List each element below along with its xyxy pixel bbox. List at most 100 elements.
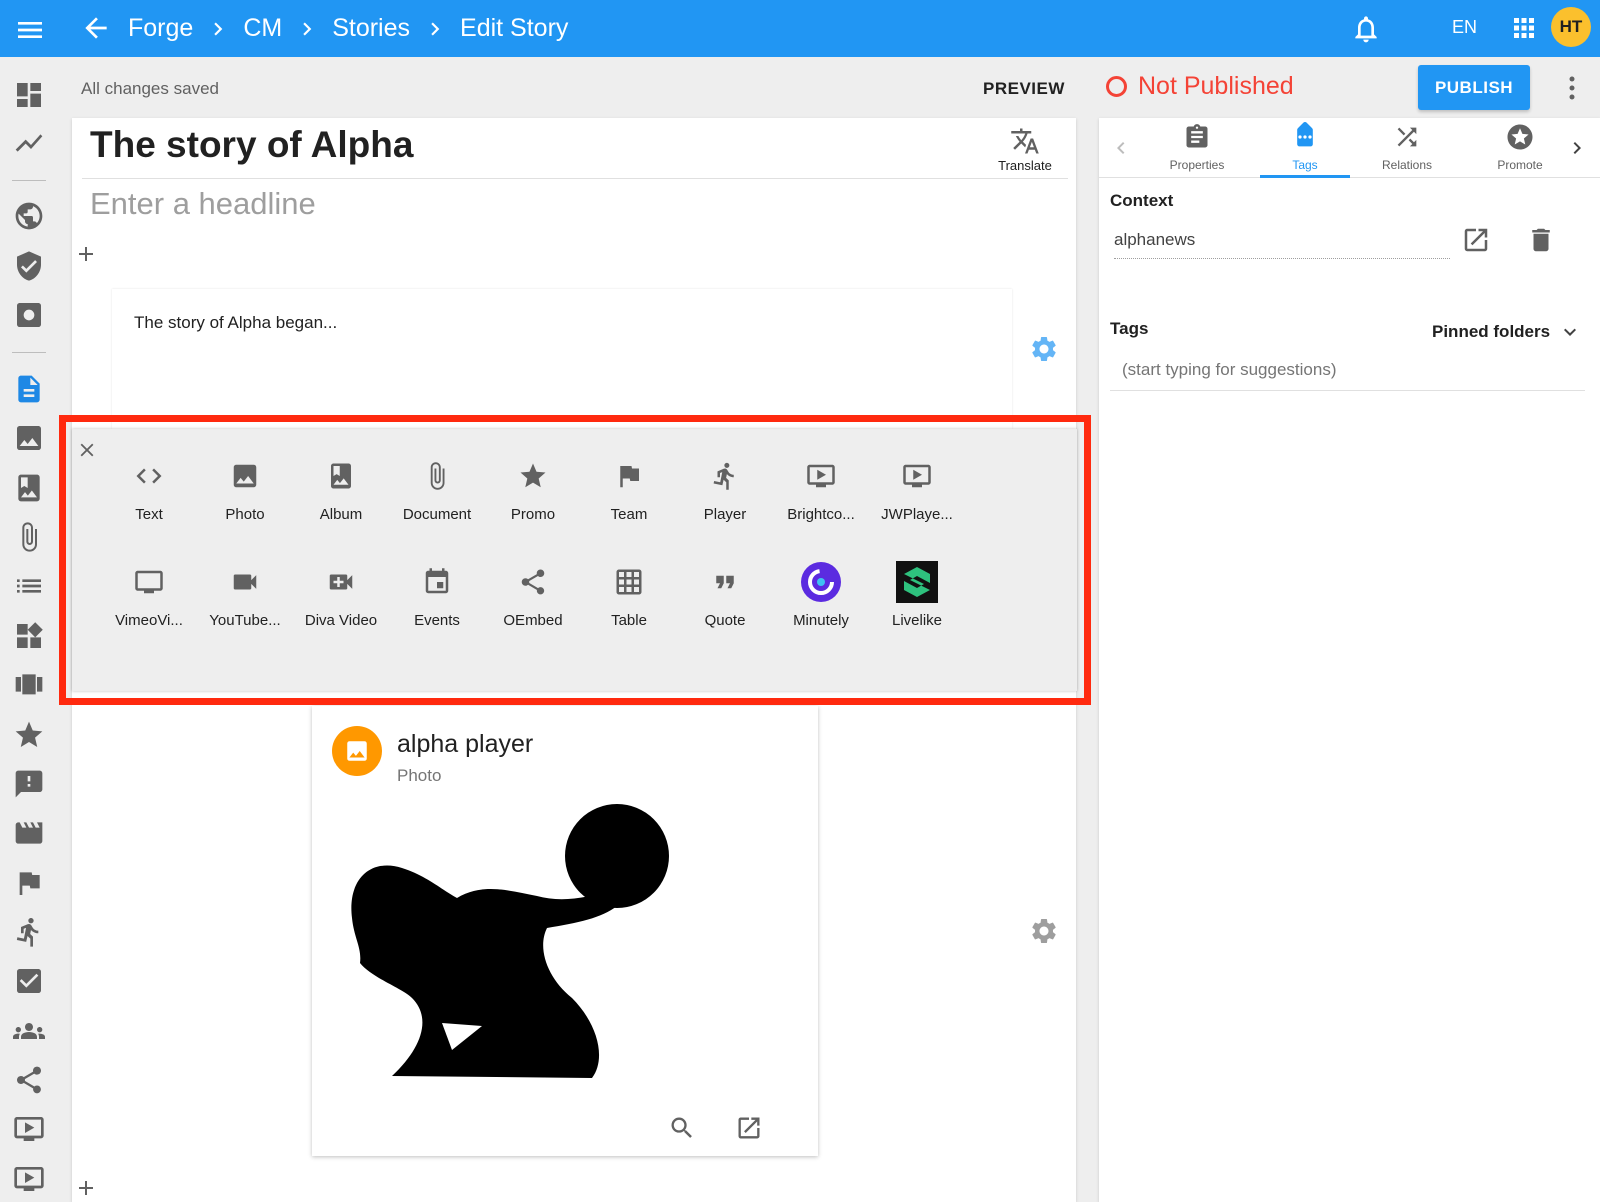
insert-label: Team <box>610 506 648 523</box>
settings-box-icon[interactable] <box>13 299 45 331</box>
open-external-icon[interactable] <box>735 1114 763 1142</box>
block-settings-icon[interactable] <box>1029 916 1059 946</box>
tags-input[interactable]: (start typing for suggestions) <box>1110 354 1585 391</box>
album-icon[interactable] <box>13 472 45 504</box>
insert-document[interactable]: Document <box>389 454 485 523</box>
video-icon <box>807 464 835 488</box>
livelike-logo-icon <box>896 561 938 603</box>
translate-icon <box>1011 128 1039 154</box>
video-icon[interactable] <box>13 1163 45 1195</box>
add-block-icon[interactable] <box>74 1176 98 1200</box>
add-block-icon[interactable] <box>74 242 98 266</box>
video-icon <box>903 464 931 488</box>
pinned-folders-dropdown[interactable]: Pinned folders <box>1432 320 1582 344</box>
insert-jwplayer[interactable]: JWPlaye... <box>869 454 965 523</box>
context-label: Context <box>1110 191 1174 210</box>
insert-label: OEmbed <box>503 612 563 629</box>
open-external-icon[interactable] <box>1461 225 1491 255</box>
document-icon[interactable] <box>13 373 45 405</box>
insert-promo[interactable]: Promo <box>485 454 581 523</box>
breadcrumb: Forge CM Stories Edit Story <box>128 0 568 57</box>
translate-button[interactable]: Translate <box>990 126 1060 173</box>
apps-grid-icon[interactable] <box>1509 13 1539 43</box>
clipboard-icon <box>1186 124 1208 148</box>
text-block[interactable]: The story of Alpha began... <box>112 289 1012 429</box>
insert-album[interactable]: Album <box>293 454 389 523</box>
search-icon[interactable] <box>668 1114 696 1142</box>
insert-oembed[interactable]: OEmbed <box>485 560 581 629</box>
chevron-right-icon[interactable] <box>1565 136 1589 160</box>
translate-label: Translate <box>998 158 1052 173</box>
share-icon[interactable] <box>13 1064 45 1096</box>
chevron-right-icon <box>422 16 448 42</box>
tab-label: Promote <box>1497 158 1543 172</box>
tab-tags[interactable]: Tags <box>1260 122 1350 172</box>
star-icon[interactable] <box>13 719 45 751</box>
insert-quote[interactable]: Quote <box>677 560 773 629</box>
insert-livelike[interactable]: Livelike <box>869 560 965 629</box>
insert-text[interactable]: Text <box>101 454 197 523</box>
publish-button[interactable]: PUBLISH <box>1418 65 1530 110</box>
paperclip-icon[interactable] <box>13 521 45 553</box>
insert-team[interactable]: Team <box>581 454 677 523</box>
insert-player[interactable]: Player <box>677 454 773 523</box>
tab-relations[interactable]: Relations <box>1362 122 1452 172</box>
avatar[interactable]: HT <box>1551 7 1591 47</box>
active-tab-indicator <box>1260 175 1350 178</box>
insert-brightcove[interactable]: Brightco... <box>773 454 869 523</box>
language-selector[interactable]: EN <box>1452 17 1477 38</box>
tab-promote[interactable]: Promote <box>1475 122 1565 172</box>
pinned-folders-label: Pinned folders <box>1432 322 1551 341</box>
insert-label: Quote <box>704 612 746 629</box>
feedback-icon[interactable] <box>13 768 45 800</box>
tags-label: Tags <box>1110 319 1149 338</box>
insert-label: Table <box>611 612 647 629</box>
headline-input[interactable]: Enter a headline <box>90 186 316 222</box>
delete-icon[interactable] <box>1526 225 1556 255</box>
breadcrumb-forge[interactable]: Forge <box>128 14 193 43</box>
widgets-icon[interactable] <box>13 620 45 652</box>
insert-events[interactable]: Events <box>389 560 485 629</box>
insert-photo[interactable]: Photo <box>197 454 293 523</box>
panel-tabs: Properties Tags Relations Promote <box>1099 118 1600 178</box>
people-icon[interactable] <box>13 1015 45 1047</box>
breadcrumb-stories[interactable]: Stories <box>332 14 410 43</box>
story-title[interactable]: The story of Alpha <box>90 124 413 166</box>
more-vert-icon[interactable] <box>1562 74 1582 102</box>
globe-icon[interactable] <box>13 200 45 232</box>
photo-block-card[interactable]: alpha player Photo <box>312 706 818 1156</box>
video-icon[interactable] <box>13 1113 45 1145</box>
insert-label: Brightco... <box>787 506 855 523</box>
insert-vimeo[interactable]: VimeoVi... <box>101 560 197 629</box>
flag-icon[interactable] <box>13 867 45 899</box>
analytics-icon[interactable] <box>13 127 45 159</box>
image-icon[interactable] <box>13 422 45 454</box>
back-arrow-icon[interactable] <box>80 12 112 44</box>
shield-check-icon[interactable] <box>13 250 45 282</box>
tab-properties[interactable]: Properties <box>1152 122 1242 172</box>
bell-icon[interactable] <box>1350 13 1382 45</box>
menu-icon[interactable] <box>14 14 46 46</box>
right-side-panel: Properties Tags Relations Promote Contex… <box>1099 118 1600 1202</box>
verified-icon[interactable] <box>13 965 45 997</box>
flag-icon <box>620 466 639 488</box>
top-app-bar: Forge CM Stories Edit Story EN HT <box>0 0 1600 57</box>
chevron-left-icon[interactable] <box>1109 136 1133 160</box>
list-icon[interactable] <box>13 570 45 602</box>
dashboard-icon[interactable] <box>13 79 45 111</box>
context-field[interactable]: alphanews <box>1114 230 1450 259</box>
insert-youtube[interactable]: YouTube... <box>197 560 293 629</box>
insert-table[interactable]: Table <box>581 560 677 629</box>
insert-minutely[interactable]: Minutely <box>773 560 869 629</box>
chevron-right-icon <box>205 16 231 42</box>
text-block-content[interactable]: The story of Alpha began... <box>134 313 337 333</box>
player-icon[interactable] <box>13 916 45 948</box>
block-settings-icon[interactable] <box>1029 334 1059 364</box>
carousel-icon[interactable] <box>13 669 45 701</box>
breadcrumb-cm[interactable]: CM <box>243 14 282 43</box>
share-icon <box>521 569 545 595</box>
movie-icon[interactable] <box>13 817 45 849</box>
close-icon[interactable] <box>76 439 98 461</box>
insert-diva-video[interactable]: Diva Video <box>293 560 389 629</box>
preview-button[interactable]: PREVIEW <box>983 79 1065 99</box>
